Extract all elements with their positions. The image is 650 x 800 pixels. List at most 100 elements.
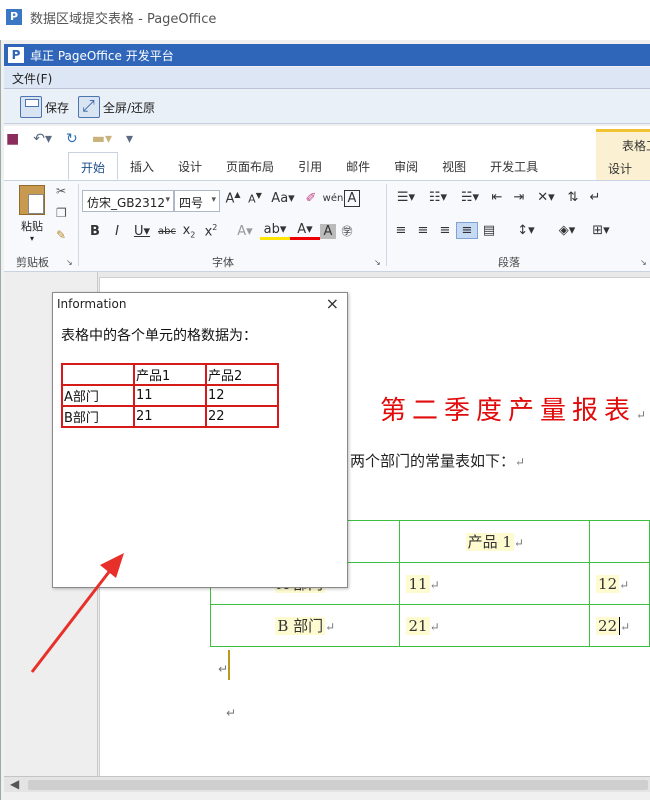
font-launcher-icon[interactable]: ↘: [374, 258, 381, 267]
menu-bar: 文件(F): [4, 67, 650, 89]
close-icon[interactable]: ×: [326, 294, 339, 313]
table-cell[interactable]: 12 ↵: [589, 562, 650, 605]
borders-icon[interactable]: ⊞▾: [584, 223, 618, 238]
sort-icon[interactable]: ⇅: [562, 190, 584, 205]
align-center-icon[interactable]: ≡: [412, 223, 434, 238]
tab-page-layout[interactable]: 页面布局: [214, 152, 286, 180]
bullets-icon[interactable]: ☰▾: [390, 190, 422, 205]
show-marks-icon[interactable]: ↵: [584, 190, 606, 205]
scroll-left-icon[interactable]: ◀: [10, 777, 19, 791]
decrease-indent-icon[interactable]: ⇤: [486, 190, 508, 205]
open-folder-icon[interactable]: ▬▾: [92, 131, 112, 147]
redo-icon[interactable]: ↻: [66, 131, 78, 147]
format-painter-icon[interactable]: ✎: [56, 228, 66, 242]
subscript-icon[interactable]: x2: [178, 223, 200, 240]
italic-icon[interactable]: I: [106, 224, 128, 239]
table-cell[interactable]: B 部门 ↵: [209, 604, 401, 647]
phonetic-guide-icon[interactable]: wén: [322, 193, 344, 204]
subtext-text: 两个部门的常量表如下：: [350, 452, 516, 470]
multilevel-list-icon[interactable]: ☵▾: [454, 190, 486, 205]
tab-design[interactable]: 设计: [166, 152, 214, 180]
document-heading: 第二季度产量报表↵: [380, 390, 650, 427]
superscript-icon[interactable]: x2: [200, 223, 222, 239]
text-cursor-marker: ↵: [218, 650, 230, 680]
shading-icon[interactable]: ◈▾: [550, 223, 584, 238]
line-spacing-icon[interactable]: ↕▾: [508, 223, 544, 238]
fullscreen-button[interactable]: 全屏/还原: [78, 95, 155, 119]
table-cell[interactable]: 22 ↵: [589, 604, 650, 647]
table-cell[interactable]: 产品 1 ↵: [399, 520, 591, 563]
clipboard-launcher-icon[interactable]: ↘: [66, 258, 73, 267]
table-cell[interactable]: 11 ↵: [399, 562, 591, 605]
ribbon-tabs: 开始 插入 设计 页面布局 引用 邮件 审阅 视图 开发工具: [68, 152, 550, 180]
change-case-icon[interactable]: Aa▾: [266, 191, 300, 206]
underline-icon[interactable]: U▾: [128, 224, 156, 239]
undo-icon[interactable]: ↶▾: [33, 131, 52, 147]
paste-button[interactable]: 粘贴 ▾: [14, 185, 50, 245]
save-small-icon[interactable]: ■: [6, 131, 19, 147]
increase-indent-icon[interactable]: ⇥: [508, 190, 530, 205]
bold-icon[interactable]: B: [84, 224, 106, 239]
separator: [386, 184, 387, 266]
customize-qat-icon[interactable]: ▾: [126, 131, 133, 147]
save-button[interactable]: 保存: [20, 95, 69, 119]
align-left-icon[interactable]: ≡: [390, 223, 412, 238]
font-name-value: 仿宋_GB2312: [87, 196, 166, 210]
font-size-select[interactable]: 四号 ▾: [174, 190, 220, 212]
table-row: B 部门 ↵ 21 ↵ 22 ↵: [209, 604, 650, 647]
tab-developer[interactable]: 开发工具: [478, 152, 550, 180]
menu-file[interactable]: 文件(F): [12, 70, 52, 87]
paragraph-row-2: ≡ ≡ ≡ ≡ ▤ ↕▾ ◈▾ ⊞▾: [390, 222, 618, 239]
text-effects-icon[interactable]: A▾: [230, 224, 260, 239]
paste-dropdown-icon: ▾: [29, 234, 34, 243]
table-cell: B部门: [61, 405, 135, 428]
tab-mailings[interactable]: 邮件: [334, 152, 382, 180]
custom-toolbar: 保存 全屏/还原: [4, 90, 650, 124]
paragraph-launcher-icon[interactable]: ↘: [640, 258, 647, 267]
font-row-2: B I U▾ abc x2 x2 A▾ ab▾ A▾ A ㊫: [84, 222, 358, 240]
tab-references[interactable]: 引用: [286, 152, 334, 180]
dialog-table: 产品1 产品2 A部门 11 12 B部门 21 22: [61, 363, 279, 428]
tab-home[interactable]: 开始: [68, 152, 119, 180]
font-color-icon[interactable]: A▾: [290, 222, 320, 240]
scrollbar-thumb[interactable]: [28, 780, 648, 790]
highlight-color-icon[interactable]: ab▾: [260, 222, 290, 240]
table-cell: 11: [133, 384, 207, 407]
font-name-select[interactable]: 仿宋_GB2312 ▾: [82, 190, 174, 212]
paragraph-mark-icon: ↵: [515, 455, 526, 469]
character-shading-icon[interactable]: A: [320, 223, 336, 239]
distributed-icon[interactable]: ▤: [478, 223, 500, 238]
table-cell: A部门: [61, 384, 135, 407]
tab-insert[interactable]: 插入: [118, 152, 166, 180]
clipboard-icon: [19, 185, 45, 215]
tab-view[interactable]: 视图: [430, 152, 478, 180]
quick-access-toolbar: ■ ↶▾ ↻ ▬▾ ▾: [6, 131, 133, 147]
clear-format-icon[interactable]: ✐: [300, 191, 322, 206]
tab-table-design[interactable]: 设计: [608, 160, 632, 177]
table-cell[interactable]: 21 ↵: [399, 604, 591, 647]
font-row-1: A▲ A▼ Aa▾ ✐ wén A: [222, 190, 360, 207]
copy-icon[interactable]: ❐: [56, 206, 67, 220]
numbering-icon[interactable]: ☷▾: [422, 190, 454, 205]
strikethrough-icon[interactable]: abc: [156, 226, 178, 237]
document-subtext: 两个部门的常量表如下：↵: [350, 450, 525, 471]
align-right-icon[interactable]: ≡: [434, 223, 456, 238]
context-tab-table-tools: 表格工 设计: [596, 129, 650, 180]
chinese-layout-icon[interactable]: ✕▾: [530, 190, 562, 205]
shrink-font-icon[interactable]: A▼: [244, 191, 266, 206]
enclose-characters-icon[interactable]: ㊫: [336, 223, 358, 239]
justify-icon[interactable]: ≡: [456, 222, 478, 239]
table-row: 产品1 产品2: [61, 363, 279, 386]
cut-icon[interactable]: ✂: [56, 184, 66, 198]
fullscreen-icon: [78, 96, 100, 118]
pageoffice-logo-icon: P: [8, 47, 24, 63]
grow-font-icon[interactable]: A▲: [222, 190, 244, 206]
tab-review[interactable]: 审阅: [382, 152, 430, 180]
table-cell: 产品2: [205, 363, 279, 386]
horizontal-scrollbar[interactable]: ◀: [4, 776, 650, 792]
table-cell: 产品1: [133, 363, 207, 386]
group-paragraph-label: 段落: [498, 256, 520, 269]
table-cell[interactable]: [589, 520, 650, 563]
character-border-icon[interactable]: A: [344, 190, 360, 207]
heading-text: 第二季度产量报表: [380, 396, 637, 426]
